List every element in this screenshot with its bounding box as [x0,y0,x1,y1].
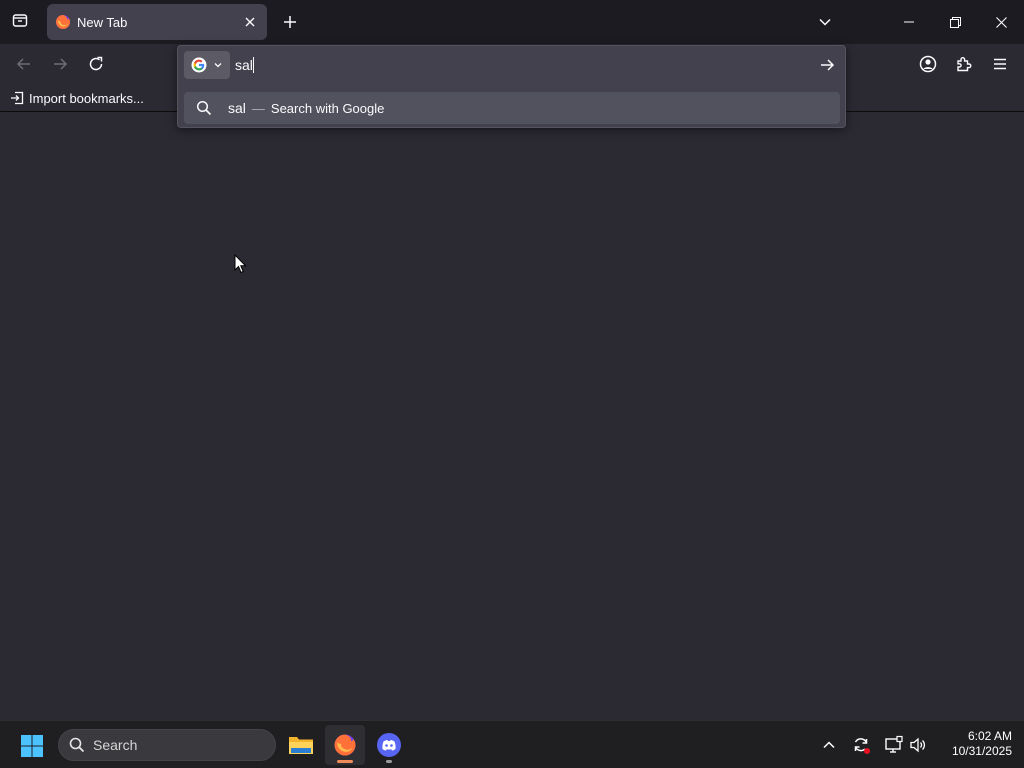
minimize-button[interactable] [886,0,932,44]
address-input[interactable] [235,54,795,76]
folder-icon [289,737,313,754]
firefox-icon [55,14,71,30]
volume-tray-button[interactable] [906,733,930,757]
go-button[interactable] [814,52,840,78]
account-icon [919,55,937,73]
tab-new-tab[interactable]: New Tab [47,4,267,40]
firefox-taskbar-button[interactable] [325,725,365,765]
plus-icon [284,16,296,28]
google-icon [191,57,207,73]
sync-tray-button[interactable] [849,733,873,757]
taskbar: Search 6:02 AM 10/31/2025 [0,720,1024,768]
page-content[interactable] [0,113,1024,720]
text-caret [253,57,254,73]
close-icon [995,16,1007,28]
import-bookmarks-button[interactable]: Import bookmarks... [10,89,144,107]
url-bar: sal — Search with Google [177,45,846,128]
arrow-right-icon [821,59,835,71]
restore-icon [949,16,961,28]
close-window-button[interactable] [978,0,1024,44]
tab-close-button[interactable] [239,11,261,33]
clock-time: 6:02 AM [967,729,1012,743]
app-menu-button[interactable] [986,50,1014,78]
puzzle-icon [957,57,972,72]
title-bar: New Tab [0,0,1024,44]
windows-icon [21,735,43,757]
import-bookmarks-label: Import bookmarks... [29,90,144,106]
clock-date: 10/31/2025 [951,744,1012,758]
forward-button[interactable] [46,50,74,78]
extensions-button[interactable] [950,50,978,78]
start-button[interactable] [14,729,50,763]
mouse-cursor-icon [234,253,247,279]
search-icon [196,100,212,116]
back-button[interactable] [10,50,38,78]
file-explorer-button[interactable] [281,725,321,765]
search-suggestion[interactable]: sal — Search with Google [184,92,840,124]
show-hidden-icons-button[interactable] [817,733,841,757]
running-app-indicator [386,760,392,763]
import-icon [11,91,24,105]
suggestion-action: Search with Google [270,100,385,116]
account-button[interactable] [914,50,942,78]
discord-icon [377,733,401,757]
reload-button[interactable] [82,50,110,78]
hamburger-icon [994,58,1006,70]
network-tray-button[interactable] [882,733,906,757]
firefox-view-button[interactable] [6,8,34,36]
minimize-icon [904,21,914,23]
taskbar-search-label: Search [93,737,138,753]
taskbar-search[interactable]: Search [58,729,276,761]
reload-icon [89,56,103,71]
chevron-down-icon [819,18,831,26]
suggestion-separator: — [251,100,265,116]
search-icon [69,737,85,753]
firefox-icon [334,734,356,756]
active-app-indicator [337,760,353,763]
suggestion-query: sal [228,100,246,116]
search-engine-selector[interactable] [184,51,230,79]
discord-taskbar-button[interactable] [369,725,409,765]
sync-icon [854,738,870,754]
system-clock[interactable]: 6:02 AM 10/31/2025 [936,729,1012,759]
arrow-left-icon [16,58,30,70]
chevron-up-icon [823,741,835,749]
network-icon [885,735,903,753]
close-icon [245,17,255,27]
tab-title: New Tab [77,14,128,30]
arrow-right-icon [54,58,68,70]
chevron-down-icon [214,63,222,68]
speaker-icon [910,737,925,753]
firefox-view-icon [12,12,28,33]
maximize-button[interactable] [932,0,978,44]
new-tab-button[interactable] [278,10,302,34]
list-all-tabs-button[interactable] [813,10,837,34]
